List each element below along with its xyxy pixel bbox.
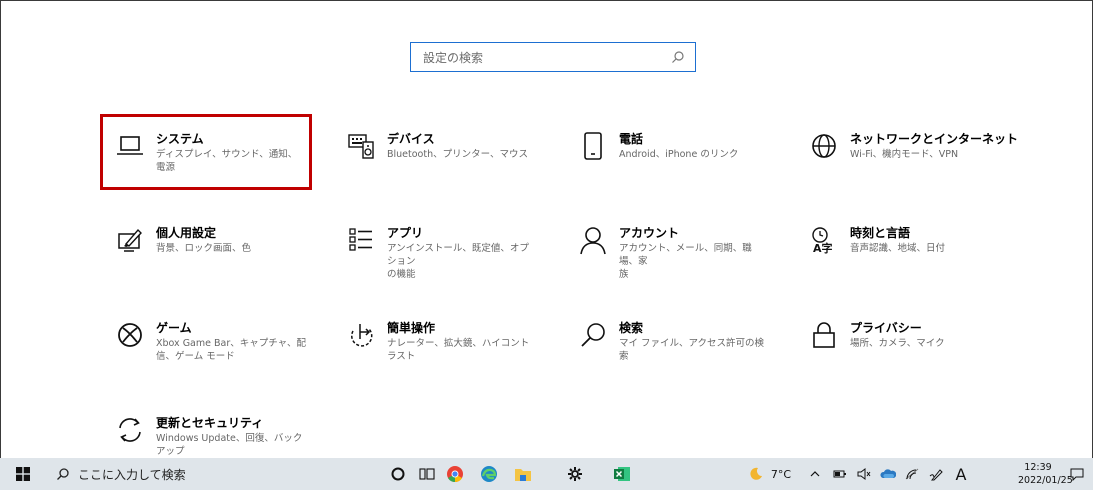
tile-desc: 背景、ロック画面、色 — [156, 243, 252, 254]
tile-privacy[interactable]: プライバシー 場所、カメラ、マイク — [806, 317, 1026, 377]
ime-indicator[interactable]: A — [952, 458, 970, 490]
tile-title: 簡単操作 — [387, 321, 436, 335]
weather-moon-icon[interactable] — [746, 458, 766, 490]
window-left-border — [0, 0, 1, 458]
tile-title: アプリ — [387, 226, 424, 240]
pen-icon[interactable] — [926, 458, 946, 490]
personalization-icon — [112, 222, 148, 258]
tile-title: アカウント — [619, 226, 680, 240]
clock[interactable]: 12:39 2022/01/25 — [1018, 461, 1073, 487]
clock-date: 2022/01/25 — [1018, 475, 1073, 486]
chrome-icon[interactable] — [440, 458, 470, 490]
tile-desc: 音声認識、地域、日付 — [850, 243, 946, 254]
taskbar-search-text: ここに入力して検索 — [78, 467, 186, 482]
settings-search-box[interactable]: 設定の検索 — [410, 42, 696, 72]
tile-title: 電話 — [619, 132, 644, 146]
tile-desc: ナレーター、拡大鏡、ハイコントラスト — [387, 338, 530, 362]
tile-desc: Android、iPhone のリンク — [619, 149, 739, 160]
tile-title: ゲーム — [156, 321, 192, 335]
tile-phone[interactable]: 電話 Android、iPhone のリンク — [575, 128, 795, 188]
tile-title: デバイス — [387, 132, 435, 146]
apps-list-icon — [343, 222, 379, 258]
tile-ease-of-access[interactable]: 簡単操作 ナレーター、拡大鏡、ハイコントラスト — [343, 317, 563, 377]
tile-devices[interactable]: デバイス Bluetooth、プリンター、マウス — [343, 128, 563, 188]
volume-icon[interactable] — [854, 458, 874, 490]
time-language-icon: A字 — [806, 222, 842, 258]
tile-desc: アンインストール、既定値、オプション の機能 — [387, 243, 529, 280]
lock-icon — [806, 317, 842, 353]
onedrive-cloud-icon[interactable] — [878, 458, 898, 490]
settings-gear-icon[interactable] — [562, 458, 588, 490]
tile-accounts[interactable]: アカウント アカウント、メール、同期、職場、家 族 — [575, 222, 795, 282]
chevron-up-icon[interactable] — [806, 458, 824, 490]
search-icon — [575, 317, 611, 353]
person-icon — [575, 222, 611, 258]
tile-time-language[interactable]: A字 時刻と言語 音声認識、地域、日付 — [806, 222, 1026, 282]
windows-start-icon[interactable] — [10, 458, 36, 490]
tile-network[interactable]: ネットワークとインターネット Wi-Fi、機内モード、VPN — [806, 128, 1026, 188]
svg-text:A字: A字 — [813, 241, 833, 254]
task-view-icon[interactable] — [414, 458, 440, 490]
wifi-icon[interactable] — [902, 458, 922, 490]
tile-title: 時刻と言語 — [850, 226, 911, 240]
clock-time: 12:39 — [1024, 462, 1052, 473]
search-icon — [667, 46, 689, 68]
highlight-box — [100, 114, 312, 190]
notification-icon[interactable] — [1066, 458, 1088, 490]
ease-of-access-icon — [343, 317, 379, 353]
tile-title: 検索 — [619, 321, 644, 335]
sync-icon — [112, 412, 148, 448]
tile-desc: Xbox Game Bar、キャプチャ、配 信、ゲーム モード — [156, 338, 306, 362]
tile-personalization[interactable]: 個人用設定 背景、ロック画面、色 — [112, 222, 332, 282]
tile-title: ネットワークとインターネット — [850, 132, 1019, 146]
file-explorer-icon[interactable] — [508, 458, 538, 490]
cortana-icon[interactable] — [386, 458, 410, 490]
tile-desc: マイ ファイル、アクセス許可の検索 — [619, 338, 765, 362]
tile-desc: Bluetooth、プリンター、マウス — [387, 149, 529, 160]
tile-desc: 場所、カメラ、マイク — [850, 338, 945, 349]
excel-icon[interactable] — [608, 458, 636, 490]
tile-title: プライバシー — [850, 321, 922, 335]
search-placeholder: 設定の検索 — [423, 50, 484, 65]
taskbar: ここに入力して検索 7°C A 12:39 2022/01/25 — [0, 458, 1093, 490]
xbox-icon — [112, 317, 148, 353]
devices-icon — [343, 128, 379, 164]
weather-temperature[interactable]: 7°C — [768, 458, 794, 490]
tile-desc: Windows Update、回復、バック アップ — [156, 433, 303, 457]
tile-title: 個人用設定 — [156, 226, 217, 240]
tile-search[interactable]: 検索 マイ ファイル、アクセス許可の検索 — [575, 317, 795, 377]
globe-icon — [806, 128, 842, 164]
tile-desc: アカウント、メール、同期、職場、家 族 — [619, 243, 752, 280]
tile-gaming[interactable]: ゲーム Xbox Game Bar、キャプチャ、配 信、ゲーム モード — [112, 317, 332, 377]
edge-icon[interactable] — [474, 458, 504, 490]
tile-title: 更新とセキュリティ — [156, 416, 264, 430]
battery-icon[interactable] — [830, 458, 850, 490]
tile-desc: Wi-Fi、機内モード、VPN — [850, 149, 959, 160]
taskbar-search-box[interactable]: ここに入力して検索 — [56, 458, 306, 490]
tile-apps[interactable]: アプリ アンインストール、既定値、オプション の機能 — [343, 222, 563, 282]
search-icon — [56, 467, 70, 481]
phone-icon — [575, 128, 611, 164]
window-top-border — [0, 0, 1093, 1]
